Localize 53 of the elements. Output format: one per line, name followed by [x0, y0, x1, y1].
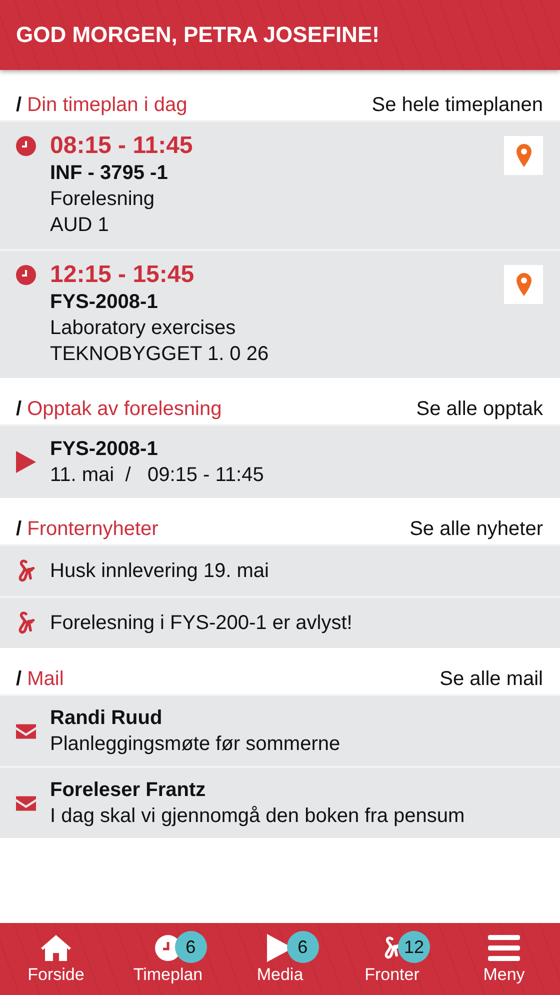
- section-title: / Din timeplan i dag: [16, 94, 188, 117]
- fronter-icon: [16, 558, 36, 584]
- play-icon: [16, 451, 36, 473]
- news-item[interactable]: Husk innlevering 19. mai: [0, 544, 560, 596]
- section-title: / Opptak av forelesning: [16, 398, 222, 421]
- clock-icon: [16, 136, 36, 156]
- schedule-item[interactable]: 08:15 - 11:45 INF - 3795 -1 Forelesning AUD 1: [0, 120, 560, 249]
- news-item[interactable]: Forelesning i FYS-200-1 er avlyst!: [0, 596, 560, 648]
- mail-item[interactable]: Randi Ruud Planleggingsmøte før sommerne: [0, 694, 560, 766]
- mail-sender: Foreleser Frantz: [50, 778, 207, 803]
- section-title: / Fronternyheter: [16, 518, 158, 541]
- nav-tab[interactable]: Meny: [454, 933, 554, 985]
- nav-tab[interactable]: 12 Fronter: [342, 933, 442, 985]
- location-button[interactable]: [504, 265, 543, 304]
- nav-tab[interactable]: Forside: [6, 933, 106, 985]
- location-pin-icon: [516, 144, 532, 168]
- count-badge: 6: [174, 931, 207, 963]
- nav-tab[interactable]: 6 Media: [230, 933, 330, 985]
- course-code: INF - 3795 -1: [50, 161, 169, 186]
- menu-icon: [488, 935, 520, 961]
- see-all-link[interactable]: Se alle mail: [440, 668, 543, 691]
- see-all-link[interactable]: Se alle nyheter: [410, 518, 543, 541]
- event-type: Forelesning: [50, 187, 156, 212]
- envelope-icon: [16, 796, 36, 810]
- home-icon: [40, 934, 72, 962]
- mail-subject: Planleggingsmøte før sommerne: [50, 732, 342, 757]
- time-range: 08:15 - 11:45: [50, 132, 194, 160]
- mail-sender: Randi Ruud: [50, 706, 164, 731]
- course-code: FYS-2008-1: [50, 437, 159, 462]
- envelope-icon: [16, 724, 36, 738]
- mail-subject: I dag skal vi gjennomgå den boken fra pensum: [50, 804, 466, 829]
- time-range: 12:15 - 15:45: [50, 261, 196, 289]
- count-badge: 12: [398, 931, 430, 963]
- section-title: / Mail: [16, 668, 64, 691]
- news-text: Husk innlevering 19. mai: [50, 559, 269, 584]
- room-name: TEKNOBYGGET 1. 0 26: [50, 342, 270, 367]
- greeting-title: GOD MORGEN, PETRA JOSEFINE!: [16, 22, 380, 48]
- location-button[interactable]: [504, 136, 543, 175]
- fronter-icon: [16, 610, 36, 636]
- mail-item[interactable]: Foreleser Frantz I dag skal vi gjennomgå den boken fra pensum: [0, 766, 560, 838]
- event-type: Laboratory exercises: [50, 316, 237, 341]
- room-name: AUD 1: [50, 213, 110, 238]
- nav-tab[interactable]: 6 Timeplan: [118, 933, 218, 985]
- recording-item[interactable]: FYS-2008-1 11. mai / 09:15 - 11:45: [0, 424, 560, 498]
- news-text: Forelesning i FYS-200-1 er avlyst!: [50, 611, 352, 636]
- location-pin-icon: [516, 272, 532, 296]
- schedule-item[interactable]: 12:15 - 15:45 FYS-2008-1 Laboratory exercises TEKNOBYGGET 1. 0 26: [0, 249, 560, 378]
- recording-date-time: 11. mai / 09:15 - 11:45: [50, 463, 265, 488]
- clock-icon: [16, 265, 36, 285]
- course-code: FYS-2008-1: [50, 290, 159, 315]
- see-all-link[interactable]: Se hele timeplanen: [372, 94, 543, 117]
- see-all-link[interactable]: Se alle opptak: [416, 398, 543, 421]
- count-badge: 6: [286, 931, 319, 963]
